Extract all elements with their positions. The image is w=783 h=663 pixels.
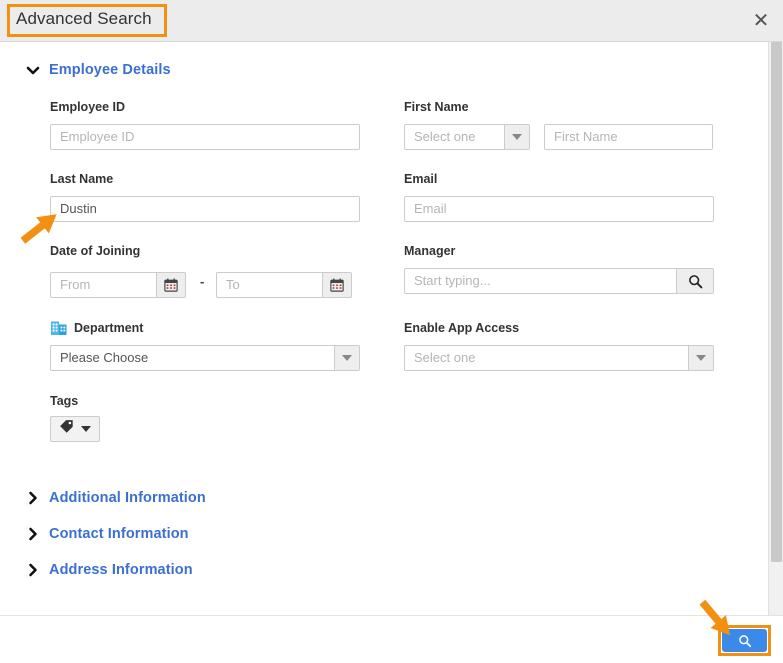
vertical-scrollbar[interactable] (768, 42, 783, 615)
caret-down-icon (81, 426, 91, 432)
date-to-input[interactable]: To (216, 272, 322, 298)
chevron-down-icon (25, 62, 41, 78)
first-name-match-select-value: Select one (404, 124, 504, 150)
label-employee-id: Employee ID (50, 100, 126, 114)
chevron-right-icon (25, 562, 41, 578)
modal-footer (0, 615, 783, 663)
section-header-additional-information[interactable]: Additional Information (25, 490, 206, 506)
building-icon (50, 318, 68, 341)
section-label: Address Information (49, 562, 193, 578)
scrollbar-thumb[interactable] (771, 42, 782, 562)
chevron-down-icon (688, 345, 714, 371)
search-icon[interactable] (676, 268, 714, 294)
section-label: Contact Information (49, 526, 189, 542)
chevron-down-icon (334, 345, 360, 371)
close-icon[interactable]: ✕ (749, 9, 773, 33)
enable-app-access-select-value: Select one (404, 345, 688, 371)
label-manager: Manager (404, 244, 456, 258)
modal-body: Employee Details Employee ID Employee ID… (0, 42, 783, 615)
label-email: Email (404, 172, 438, 186)
section-header-employee-details[interactable]: Employee Details (25, 62, 171, 78)
employee-id-input[interactable]: Employee ID (50, 124, 360, 150)
date-of-joining-from-group[interactable]: From (50, 272, 186, 298)
label-last-name: Last Name (50, 172, 114, 186)
chevron-down-icon (504, 124, 530, 150)
advanced-search-modal: Advanced Search ✕ Employee Details Emplo… (0, 0, 783, 663)
chevron-right-icon (25, 490, 41, 506)
label-enable-app-access: Enable App Access (404, 321, 520, 335)
tags-dropdown-button[interactable] (50, 416, 100, 442)
section-header-address-information[interactable]: Address Information (25, 562, 193, 578)
tag-icon (59, 419, 74, 439)
page-title: Advanced Search (16, 9, 152, 28)
first-name-input[interactable]: First Name (544, 124, 713, 150)
email-input[interactable]: Email (404, 196, 714, 222)
modal-header: Advanced Search ✕ (0, 0, 783, 42)
manager-search-group[interactable]: Start typing... (404, 268, 714, 294)
section-label: Additional Information (49, 490, 206, 506)
date-from-input[interactable]: From (50, 272, 156, 298)
department-select[interactable]: Please Choose (50, 345, 360, 371)
calendar-icon[interactable] (156, 272, 186, 298)
label-date-of-joining: Date of Joining (50, 244, 141, 258)
first-name-match-select[interactable]: Select one (404, 124, 530, 150)
search-icon (738, 634, 751, 647)
label-department: Department (74, 321, 144, 335)
department-select-value: Please Choose (50, 345, 334, 371)
date-range-separator: - (200, 274, 205, 289)
calendar-icon[interactable] (322, 272, 352, 298)
last-name-input[interactable]: Dustin (50, 196, 360, 222)
label-tags: Tags (50, 394, 79, 408)
enable-app-access-select[interactable]: Select one (404, 345, 714, 371)
section-label: Employee Details (49, 62, 171, 78)
date-of-joining-to-group[interactable]: To (216, 272, 352, 298)
search-button[interactable] (722, 629, 767, 652)
section-header-contact-information[interactable]: Contact Information (25, 526, 189, 542)
label-first-name: First Name (404, 100, 469, 114)
manager-input[interactable]: Start typing... (404, 268, 676, 294)
chevron-right-icon (25, 526, 41, 542)
